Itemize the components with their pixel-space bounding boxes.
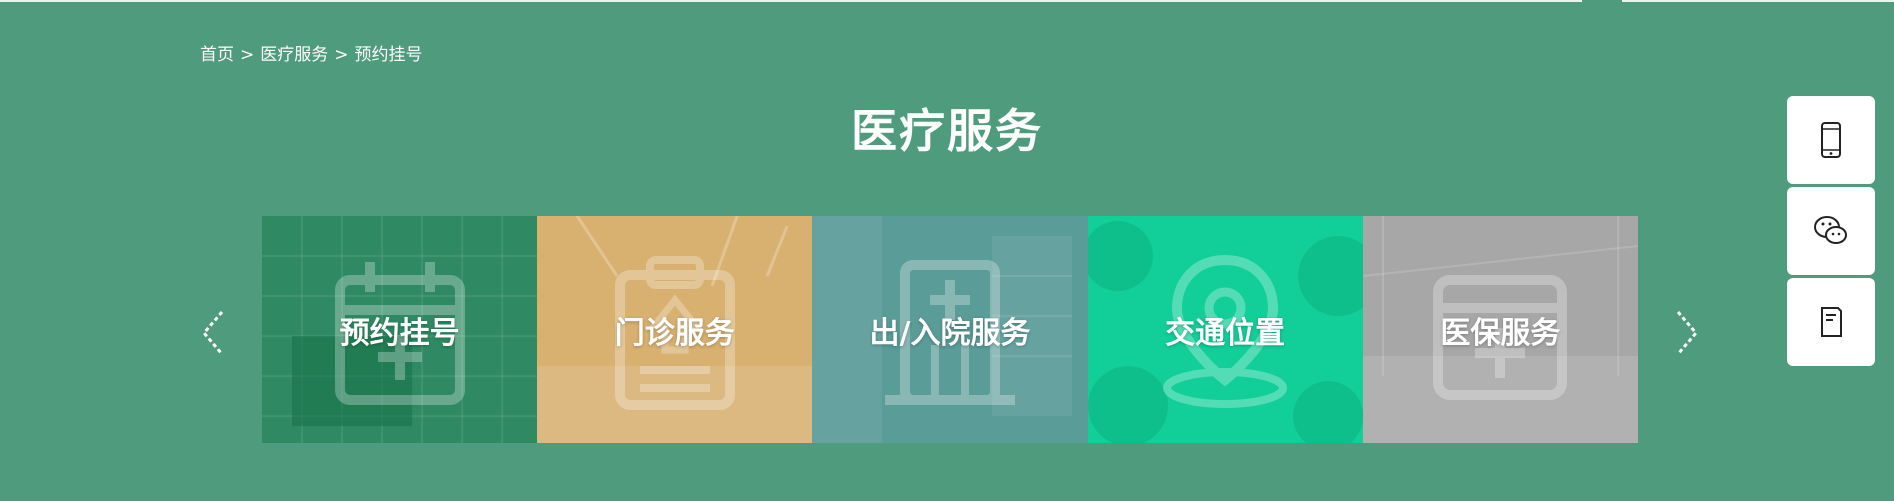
wechat-icon [1814, 216, 1847, 244]
document-icon [1821, 307, 1842, 337]
page-title: 医疗服务 [851, 104, 1043, 158]
wechat-button[interactable] [1787, 187, 1875, 275]
top-divider [0, 0, 1894, 2]
service-card-label: 预约挂号 [339, 315, 460, 351]
service-carousel: 预约挂号 门诊服务 出/入院服务 交通位置 医保服务 [262, 216, 1638, 443]
chevron-left-icon [202, 311, 224, 355]
service-card-label: 医保服务 [1440, 315, 1561, 351]
side-toolbar [1787, 96, 1875, 369]
service-card-label: 门诊服务 [614, 315, 735, 351]
breadcrumb-separator: > [240, 45, 255, 65]
chevron-right-icon [1676, 311, 1698, 355]
breadcrumb-medical-services[interactable]: 医疗服务 [260, 40, 328, 65]
breadcrumb-current: 预约挂号 [354, 45, 423, 65]
document-button[interactable] [1787, 278, 1875, 366]
mobile-phone-icon [1821, 122, 1841, 158]
service-card-outpatient[interactable]: 门诊服务 [537, 216, 813, 443]
mobile-site-button[interactable] [1787, 96, 1875, 184]
breadcrumb-separator: > [334, 45, 349, 65]
service-card-label: 交通位置 [1165, 315, 1286, 351]
service-card-admission-discharge[interactable]: 出/入院服务 [812, 216, 1088, 443]
carousel-prev-button[interactable] [198, 308, 228, 358]
breadcrumb: 首页 > 医疗服务 > 预约挂号 [200, 40, 423, 65]
service-card-transport-location[interactable]: 交通位置 [1087, 216, 1363, 443]
breadcrumb-home[interactable]: 首页 [200, 40, 234, 65]
service-card-appointment[interactable]: 预约挂号 [262, 216, 538, 443]
service-card-label: 出/入院服务 [869, 315, 1031, 351]
carousel-next-button[interactable] [1672, 308, 1702, 358]
service-card-medical-insurance[interactable]: 医保服务 [1362, 216, 1638, 443]
